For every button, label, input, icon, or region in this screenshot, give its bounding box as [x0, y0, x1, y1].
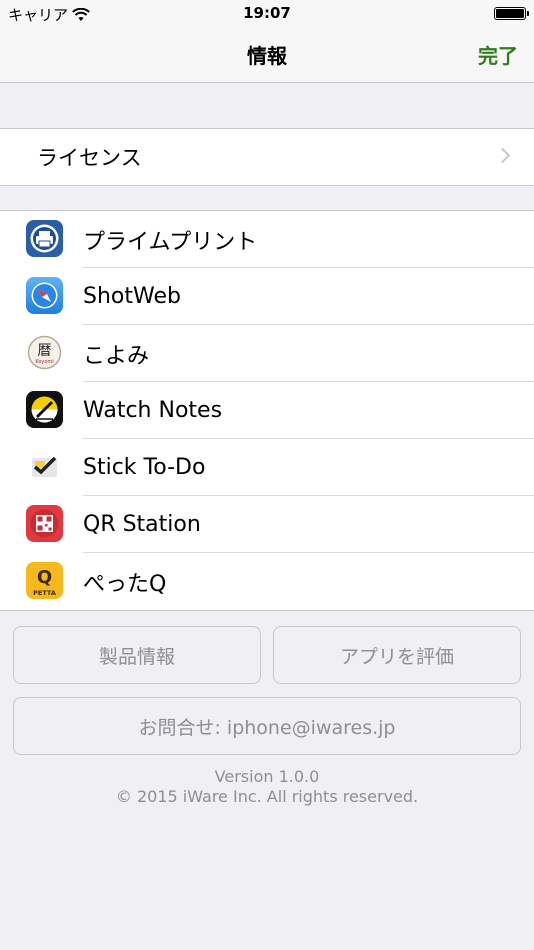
license-row[interactable]: ライセンス	[0, 129, 534, 185]
app-row-koyomi[interactable]: 暦 Koyomi こよみ	[0, 325, 534, 382]
app-label: Watch Notes	[83, 398, 223, 423]
petta-icon-subtext: PETTA	[33, 589, 56, 597]
product-info-button[interactable]: 製品情報	[13, 626, 261, 684]
page-title: 情報	[247, 44, 287, 68]
status-time: 19:07	[243, 4, 291, 22]
app-row-shotweb[interactable]: ShotWeb	[0, 268, 534, 325]
navigation-bar: キャリア 19:07 情報 完了	[0, 0, 534, 83]
battery-icon	[494, 7, 529, 20]
petta-q-icon: Q PETTA	[26, 562, 63, 599]
footer: Version 1.0.0 © 2015 iWare Inc. All righ…	[0, 767, 534, 807]
rate-app-button[interactable]: アプリを評価	[273, 626, 521, 684]
checkmark-icon	[26, 448, 63, 485]
app-label: ShotWeb	[83, 284, 181, 309]
chevron-right-icon	[494, 147, 511, 164]
contact-button[interactable]: お問合せ: iphone@iwares.jp	[13, 697, 521, 755]
app-label: ぺったQ	[83, 571, 167, 597]
calendar-reki-icon: 暦 Koyomi	[26, 334, 63, 371]
version-label: Version 1.0.0	[214, 767, 320, 786]
qr-code-icon	[26, 505, 63, 542]
app-row-petta-q[interactable]: Q PETTA ぺったQ	[0, 553, 534, 610]
apps-list: プライムプリント ShotWeb 暦 Koyomi こよみ Watch Note…	[0, 210, 534, 611]
license-label: ライセンス	[37, 146, 142, 170]
app-row-stick-todo[interactable]: Stick To-Do	[0, 439, 534, 496]
compass-icon	[26, 277, 63, 314]
license-group: ライセンス	[0, 128, 534, 186]
app-label: プライムプリント	[83, 229, 258, 255]
app-label: Stick To-Do	[83, 455, 206, 480]
petta-icon-glyph: Q	[37, 567, 52, 588]
koyomi-icon-glyph: 暦	[38, 343, 52, 359]
done-button[interactable]: 完了	[478, 40, 518, 69]
printer-icon	[26, 220, 63, 257]
pencil-note-icon	[26, 391, 63, 428]
app-row-qr-station[interactable]: QR Station	[0, 496, 534, 553]
app-row-prime-print[interactable]: プライムプリント	[0, 211, 534, 268]
copyright-label: © 2015 iWare Inc. All rights reserved.	[115, 787, 419, 806]
koyomi-icon-subtext: Koyomi	[35, 359, 53, 365]
app-label: こよみ	[83, 343, 150, 369]
app-row-watch-notes[interactable]: Watch Notes	[0, 382, 534, 439]
app-label: QR Station	[83, 512, 201, 537]
status-bar: キャリア 19:07	[0, 0, 534, 28]
